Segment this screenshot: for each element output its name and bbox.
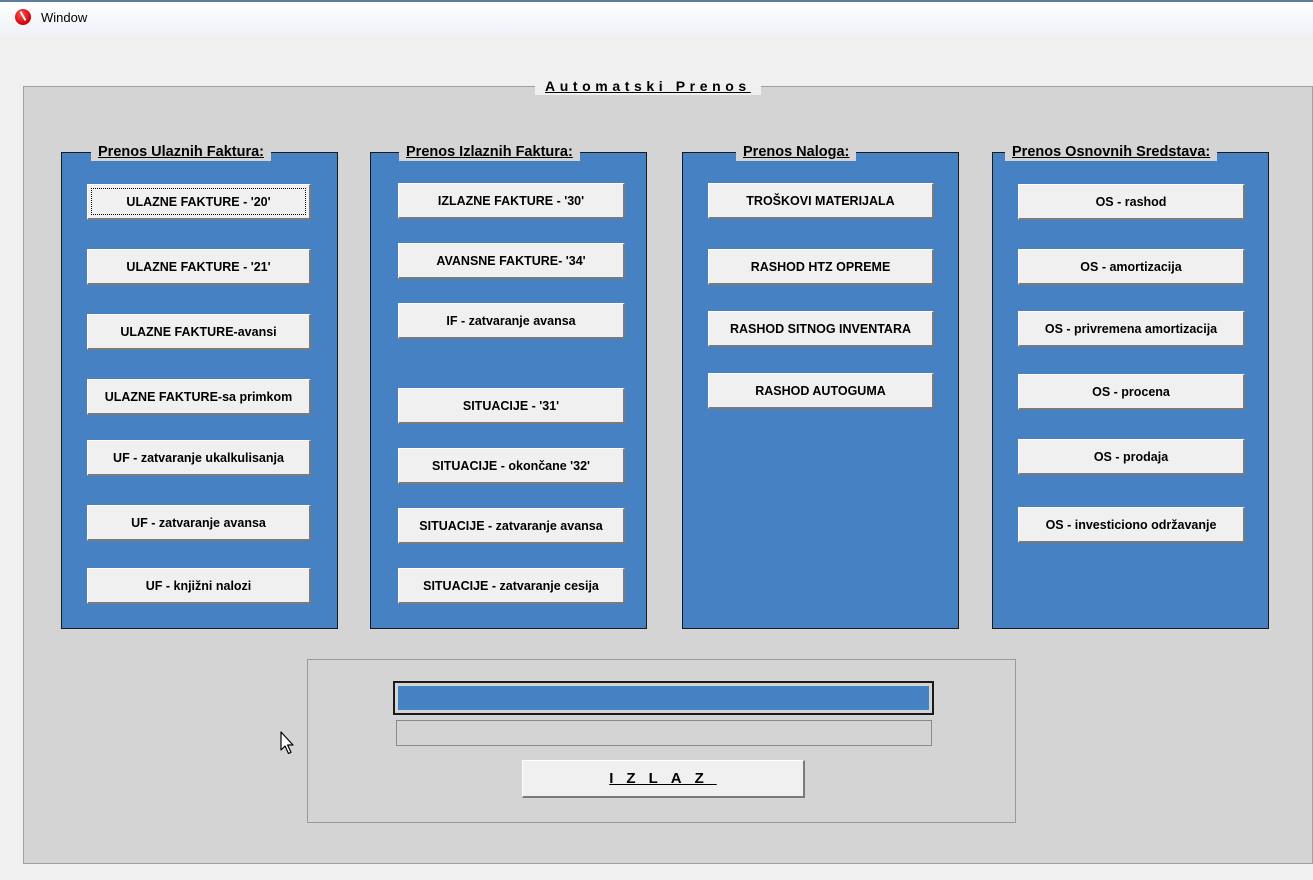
- page-title: Automatski Prenos: [535, 77, 761, 95]
- window-titlebar: Window: [0, 0, 1313, 35]
- situacije-31-button[interactable]: SITUACIJE - '31': [398, 388, 625, 424]
- situacije-zatvaranje-cesija-button[interactable]: SITUACIJE - zatvaranje cesija: [398, 568, 625, 604]
- progress-bar: [393, 681, 934, 715]
- status-field: [396, 720, 932, 746]
- situacije-zatvaranje-avansa-button[interactable]: SITUACIJE - zatvaranje avansa: [398, 508, 625, 544]
- ulazne-fakture-20-button[interactable]: ULAZNE FAKTURE - '20': [87, 184, 311, 220]
- rashod-autoguma-button[interactable]: RASHOD AUTOGUMA: [708, 373, 934, 409]
- os-amortizacija-button[interactable]: OS - amortizacija: [1018, 249, 1245, 285]
- os-privremena-amortizacija-button[interactable]: OS - privremena amortizacija: [1018, 311, 1245, 347]
- izlaz-button[interactable]: IZLAZ: [522, 760, 805, 798]
- os-investiciono-odrzavanje-button[interactable]: OS - investiciono održavanje: [1018, 507, 1245, 543]
- uf-zatvaranje-ukalkulisanja-button[interactable]: UF - zatvaranje ukalkulisanja: [87, 440, 311, 476]
- ulazne-fakture-sa-primkom-button[interactable]: ULAZNE FAKTURE-sa primkom: [87, 379, 311, 415]
- window-title: Window: [41, 10, 88, 25]
- ulazne-fakture-avansi-button[interactable]: ULAZNE FAKTURE-avansi: [87, 314, 311, 350]
- progress-bar-fill: [398, 686, 929, 710]
- troskovi-materijala-button[interactable]: TROŠKOVI MATERIJALA: [708, 183, 934, 219]
- mouse-pointer-icon: [280, 731, 294, 755]
- izlazne-fakture-30-button[interactable]: IZLAZNE FAKTURE - '30': [398, 183, 625, 219]
- os-rashod-button[interactable]: OS - rashod: [1018, 184, 1245, 220]
- if-zatvaranje-avansa-button[interactable]: IF - zatvaranje avansa: [398, 303, 625, 339]
- rashod-sitnog-inventara-button[interactable]: RASHOD SITNOG INVENTARA: [708, 311, 934, 347]
- app-logo-icon: [15, 9, 31, 25]
- uf-zatvaranje-avansa-button[interactable]: UF - zatvaranje avansa: [87, 505, 311, 541]
- group-title-nalozi: Prenos Naloga:: [736, 143, 857, 161]
- situacije-okoncane-32-button[interactable]: SITUACIJE - okončane '32': [398, 448, 625, 484]
- uf-knjizni-nalozi-button[interactable]: UF - knjižni nalozi: [87, 568, 311, 604]
- avansne-fakture-34-button[interactable]: AVANSNE FAKTURE- '34': [398, 243, 625, 279]
- os-procena-button[interactable]: OS - procena: [1018, 374, 1245, 410]
- group-title-osnovna-sredstva: Prenos Osnovnih Sredstava:: [1005, 143, 1218, 161]
- group-title-izlazne: Prenos Izlaznih Faktura:: [399, 143, 580, 161]
- rashod-htz-opreme-button[interactable]: RASHOD HTZ OPREME: [708, 249, 934, 285]
- ulazne-fakture-21-button[interactable]: ULAZNE FAKTURE - '21': [87, 249, 311, 285]
- group-title-ulazne: Prenos Ulaznih Faktura:: [91, 143, 271, 161]
- os-prodaja-button[interactable]: OS - prodaja: [1018, 439, 1245, 475]
